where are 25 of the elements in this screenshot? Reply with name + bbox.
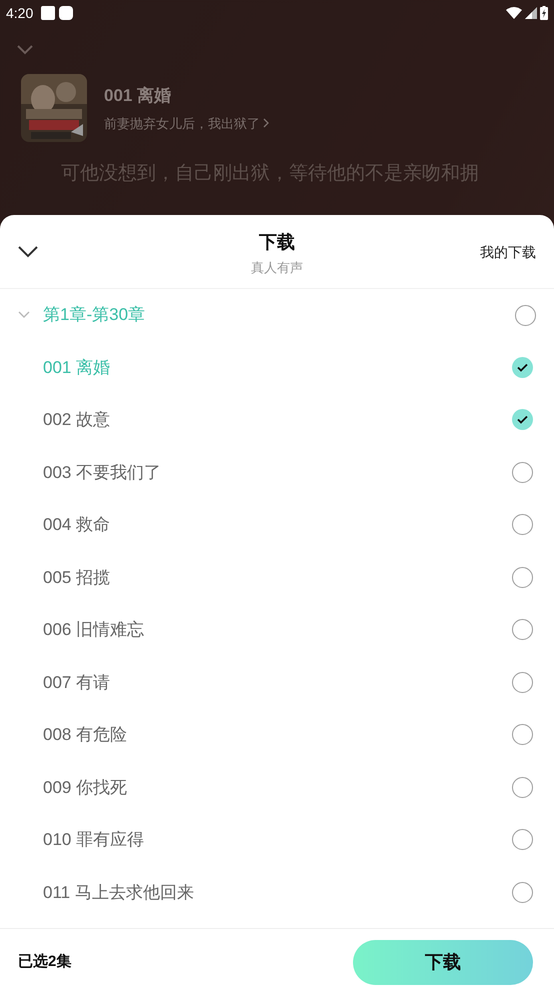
episode-item[interactable]: 008 有危险 <box>43 722 512 748</box>
episode-item[interactable]: 005 招揽 <box>43 564 512 590</box>
episode-item[interactable]: 009 你找死 <box>43 774 512 800</box>
wifi-icon <box>506 7 522 19</box>
selected-count: 已选2集 <box>18 952 72 972</box>
notification-icon <box>59 6 74 20</box>
episode-item[interactable]: 006 旧情难忘 <box>43 617 512 642</box>
episode-item[interactable]: 011 马上去求他回来 <box>43 880 512 905</box>
episode-item[interactable]: 004 救命 <box>43 512 512 538</box>
signal-icon <box>525 7 537 19</box>
episode-item[interactable]: 003 不要我们了 <box>43 460 512 485</box>
my-downloads-link[interactable]: 我的下载 <box>480 242 536 263</box>
download-button[interactable]: 下载 <box>353 940 533 984</box>
episode-item[interactable]: 002 故意 <box>43 407 512 432</box>
episode-item[interactable]: 007 有请 <box>43 670 512 695</box>
battery-icon <box>540 6 548 20</box>
sheet-subtitle: 真人有声 <box>251 259 303 277</box>
status-time: 4:20 <box>6 4 34 22</box>
book-link[interactable]: 前妻抛弃女儿后，我出狱了 <box>104 114 269 133</box>
notification-icon <box>41 6 56 20</box>
episode-title: 001 离婚 <box>104 85 172 107</box>
sheet-title: 下载 <box>259 231 295 254</box>
chevron-right-icon <box>263 118 269 128</box>
chevron-down-icon[interactable] <box>18 246 38 258</box>
episode-item[interactable]: 010 罪有应得 <box>43 827 512 852</box>
